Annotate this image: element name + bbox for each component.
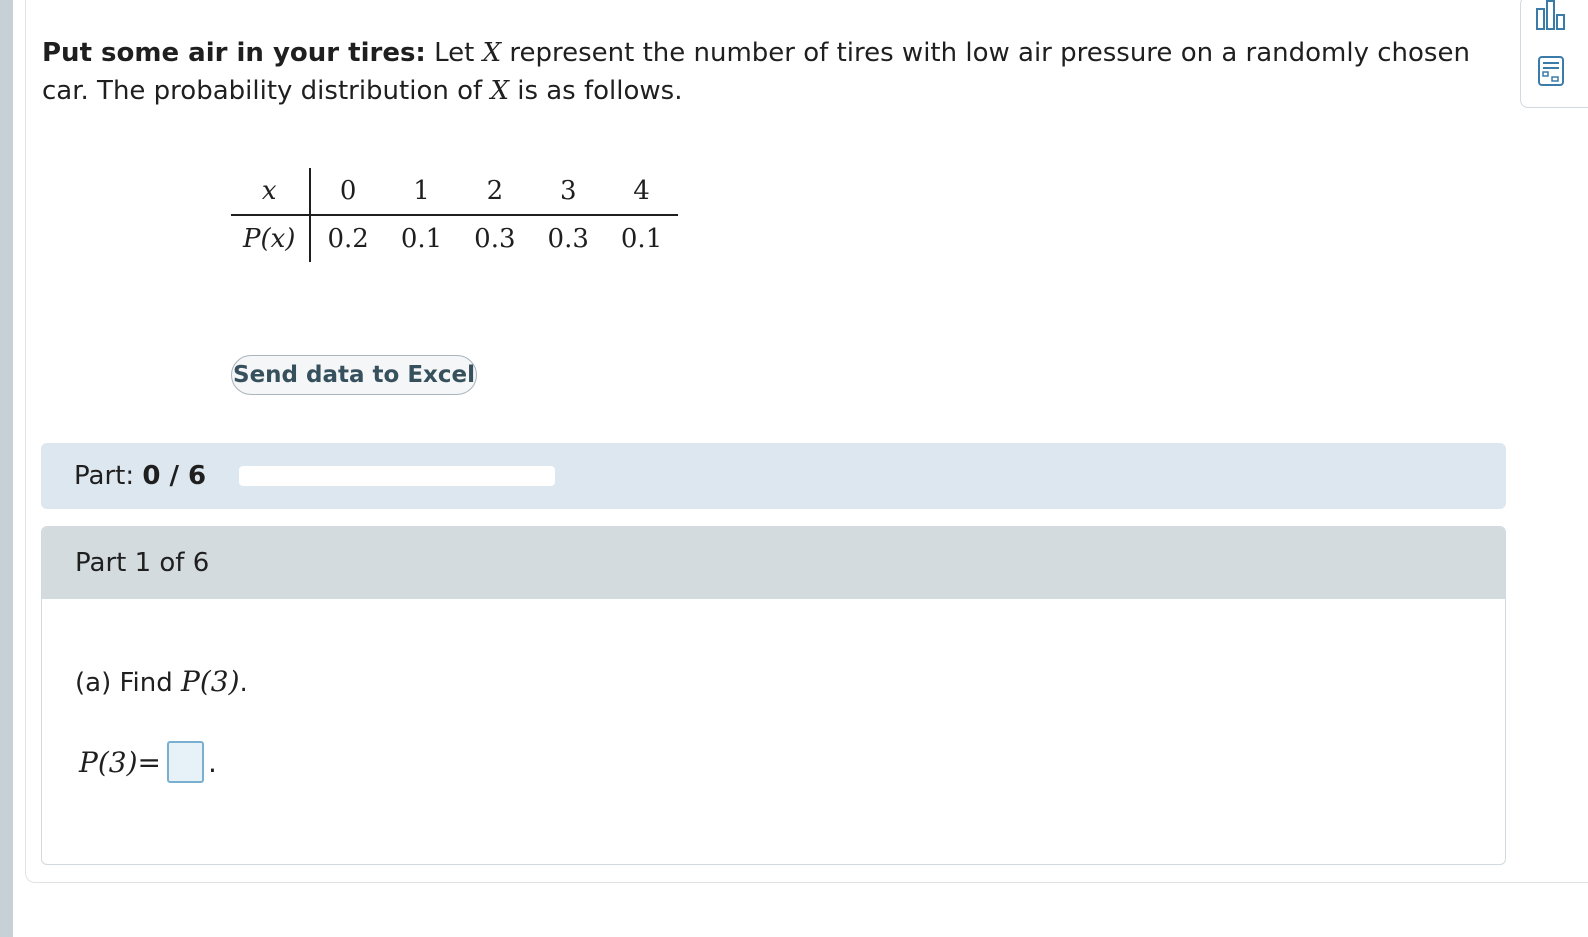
problem-text-3: is as follows. [517,76,683,106]
x-value: 3 [531,168,605,216]
x-value: 4 [604,168,679,216]
x-value: 2 [458,168,532,216]
part-panel: Part 1 of 6 (a) Find P(3). P(3)= . [41,526,1506,865]
x-row: x 0 1 2 3 4 [231,168,679,216]
variable-x: X [482,38,502,68]
progress-value: 0 / 6 [142,461,207,491]
probability-distribution-table: x 0 1 2 3 4 P(x) 0.2 0.1 0.3 0.3 0.1 [231,168,679,262]
problem-statement: Put some air in your tires: Let X repres… [42,34,1512,110]
p-row: P(x) 0.2 0.1 0.3 0.3 0.1 [231,215,678,262]
progress-label: Part: 0 / 6 [74,461,207,491]
answer-input[interactable] [166,741,204,783]
answer-line: P(3)= . [79,741,217,783]
x-value: 1 [384,168,459,216]
tool-panel [1520,0,1588,108]
progress-track [239,466,556,486]
variable-x-2: X [490,76,509,106]
bar-chart-icon[interactable] [1535,0,1567,31]
p-value: 0.3 [547,224,589,254]
problem-text-1: Let [434,38,475,68]
p-value: 0.1 [400,224,443,254]
send-to-excel-button[interactable]: Send data to Excel [231,355,477,395]
question-expression: P(3) [181,665,240,698]
part-progress-bar: Part: 0 / 6 [41,443,1506,509]
question-a: (a) Find P(3). [75,665,248,698]
p-value: 0.2 [327,224,369,254]
x-header: x [231,168,312,216]
x-value: 0 [310,168,385,216]
p-value: 0.3 [474,224,516,254]
problem-title: Put some air in your tires: [42,38,426,68]
answer-lhs: P(3)= [79,745,161,779]
calculator-icon[interactable] [1535,55,1567,87]
p-value: 0.1 [620,224,663,254]
answer-period: . [207,745,217,779]
part-header: Part 1 of 6 [42,527,1505,599]
left-rail [0,0,13,937]
p-header: P(x) [231,215,312,262]
